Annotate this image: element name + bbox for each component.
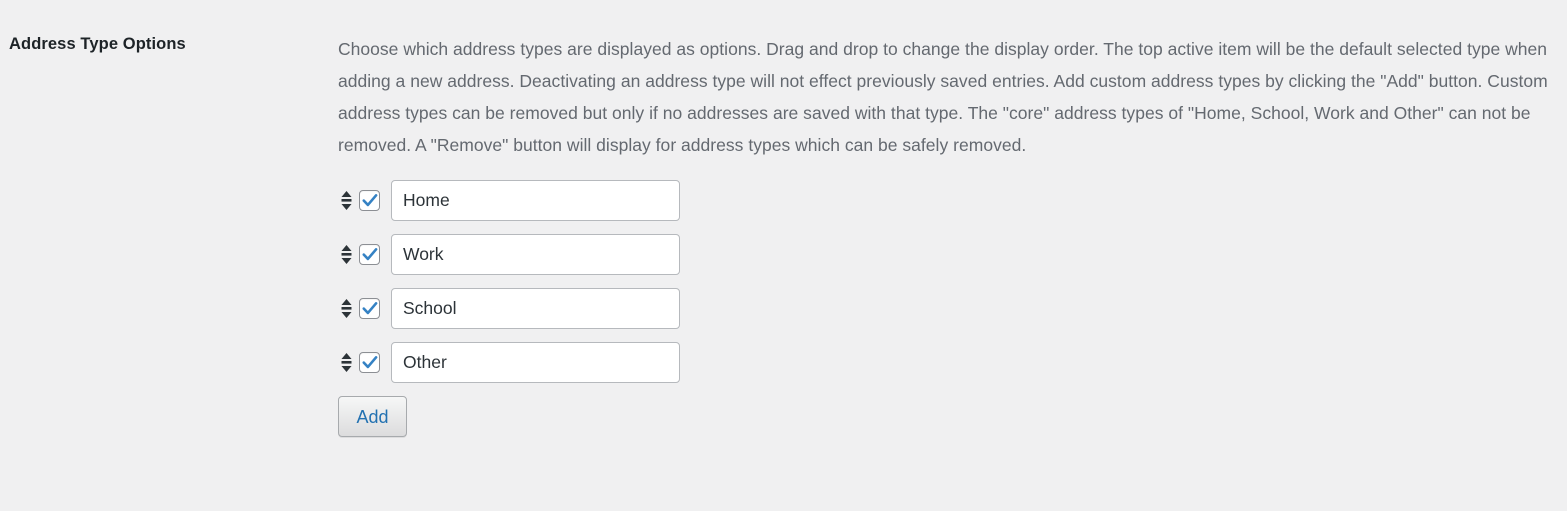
address-type-row xyxy=(338,342,1562,383)
address-type-options-setting-row: Address Type Options Choose which addres… xyxy=(0,0,1567,437)
address-type-name-input[interactable] xyxy=(391,234,680,275)
address-type-row xyxy=(338,234,1562,275)
field-label-cell: Address Type Options xyxy=(0,33,338,56)
address-type-enabled-checkbox[interactable] xyxy=(359,244,380,265)
field-description: Choose which address types are displayed… xyxy=(338,39,1548,155)
address-type-row xyxy=(338,288,1562,329)
address-type-row xyxy=(338,180,1562,221)
address-type-name-input[interactable] xyxy=(391,288,680,329)
add-address-type-button[interactable]: Add xyxy=(338,396,407,437)
sort-updown-icon[interactable] xyxy=(338,245,355,264)
address-type-list: Add xyxy=(338,180,1562,437)
address-type-enabled-checkbox[interactable] xyxy=(359,352,380,373)
sort-updown-icon[interactable] xyxy=(338,353,355,372)
address-type-enabled-checkbox[interactable] xyxy=(359,298,380,319)
sort-updown-icon[interactable] xyxy=(338,191,355,210)
check-icon xyxy=(362,247,377,260)
sort-updown-icon[interactable] xyxy=(338,299,355,318)
field-label: Address Type Options xyxy=(9,35,186,53)
check-icon xyxy=(362,193,377,206)
address-type-name-input[interactable] xyxy=(391,180,680,221)
check-icon xyxy=(362,355,377,368)
field-content-cell: Choose which address types are displayed… xyxy=(338,33,1567,437)
add-button-wrap: Add xyxy=(338,396,1562,437)
address-type-name-input[interactable] xyxy=(391,342,680,383)
check-icon xyxy=(362,301,377,314)
address-type-enabled-checkbox[interactable] xyxy=(359,190,380,211)
